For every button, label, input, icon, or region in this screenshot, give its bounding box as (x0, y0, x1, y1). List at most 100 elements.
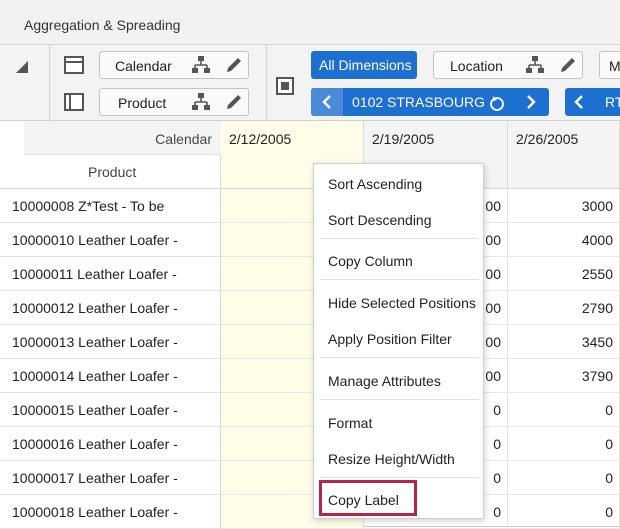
overflow-dimension-label: M (609, 58, 620, 74)
menu-item-label: Sort Ascending (328, 176, 423, 192)
row-label-text: 10000015 Leather Loafer - (12, 402, 178, 418)
row-label-text: 10000016 Leather Loafer - (12, 436, 178, 452)
overflow-dimension-pill[interactable]: M (599, 51, 620, 79)
menu-item-label: Copy Column (328, 253, 413, 269)
table-row[interactable]: 10000010 Leather Loafer - 3 00 4000 (0, 223, 620, 257)
grid-cell[interactable]: 3450 (508, 325, 620, 359)
cell-value: 0 (493, 402, 501, 418)
row-label[interactable]: 10000012 Leather Loafer - (0, 291, 221, 325)
table-row[interactable]: 10000014 Leather Loafer - 2 00 3790 (0, 359, 620, 393)
row-label[interactable]: 10000014 Leather Loafer - (0, 359, 221, 393)
row-layout-icon[interactable] (64, 56, 84, 74)
toolbar-divider (266, 45, 267, 121)
hierarchy-icon[interactable] (191, 93, 211, 111)
row-label[interactable]: 10000018 Leather Loafer - (0, 495, 221, 529)
menu-divider (320, 399, 479, 400)
toolbar-divider (49, 45, 50, 121)
current-location-value: 0102 STRASBOURG (352, 94, 486, 110)
edit-pencil-icon[interactable] (558, 55, 578, 75)
menu-item-apply-position-filter[interactable]: Apply Position Filter (314, 321, 485, 355)
menu-item-label: Resize Height/Width (328, 451, 455, 467)
window-title: Aggregation & Spreading (24, 17, 181, 33)
menu-item-format[interactable]: Format (314, 405, 485, 439)
menu-divider (320, 357, 479, 358)
refresh-cursor-icon[interactable] (488, 94, 506, 112)
chevron-left-icon[interactable] (573, 95, 585, 109)
cell-value: 00 (485, 266, 501, 282)
grid-cell[interactable]: 0 (508, 495, 620, 529)
page-layout-icon[interactable] (276, 77, 294, 95)
second-navigator-value: RT (605, 94, 620, 110)
menu-item-resize-height-width[interactable]: Resize Height/Width (314, 441, 485, 475)
dimension-toolbar: Calendar Product All Dimensions Location (0, 45, 620, 121)
grid-cell[interactable]: 4000 (508, 223, 620, 257)
column-header-date: 2/12/2005 (229, 131, 292, 147)
column-layout-icon[interactable] (64, 93, 84, 111)
column-header-date: 2/26/2005 (516, 131, 579, 147)
hierarchy-icon[interactable] (191, 56, 211, 74)
menu-item-label: Format (328, 415, 373, 431)
menu-item-label: Apply Position Filter (328, 331, 452, 347)
cell-value: 0 (493, 504, 501, 520)
menu-item-sort-descending[interactable]: Sort Descending (314, 202, 485, 236)
all-dimensions-button[interactable]: All Dimensions (311, 51, 417, 79)
edit-pencil-icon[interactable] (224, 92, 244, 112)
calendar-dimension-label: Calendar (115, 58, 172, 74)
cell-value: 00 (485, 232, 501, 248)
menu-item-copy-column[interactable]: Copy Column (314, 243, 485, 277)
row-label[interactable]: 10000010 Leather Loafer - (0, 223, 221, 257)
grid-cell[interactable]: 2550 (508, 257, 620, 291)
product-dimension-pill[interactable]: Product (99, 88, 249, 116)
data-grid: Calendar Product 2/12/2005 2/19/2005 2/2… (0, 121, 620, 529)
row-label-text: 10000017 Leather Loafer - (12, 470, 178, 486)
chevron-left-icon (322, 95, 331, 109)
menu-item-label: Sort Descending (328, 212, 432, 228)
cell-value: 3000 (581, 198, 613, 214)
row-label[interactable]: 10000016 Leather Loafer - (0, 427, 221, 461)
cell-value: 0 (493, 436, 501, 452)
location-navigator: 0102 STRASBOURG (311, 88, 549, 116)
table-row[interactable]: 10000018 Leather Loafer - 0 0 (0, 495, 620, 529)
grid-cell[interactable]: 0 (508, 393, 620, 427)
grid-cell[interactable]: 3790 (508, 359, 620, 393)
menu-item-sort-ascending[interactable]: Sort Ascending (314, 166, 485, 200)
table-row[interactable]: 10000012 Leather Loafer - 2 00 2790 (0, 291, 620, 325)
cell-value: 3450 (581, 334, 613, 350)
cell-value: 0 (605, 436, 613, 452)
table-row[interactable]: 10000015 Leather Loafer - 0 0 (0, 393, 620, 427)
context-menu: Sort Ascending Sort Descending Copy Colu… (313, 163, 484, 519)
menu-item-manage-attributes[interactable]: Manage Attributes (314, 363, 485, 397)
collapse-triangle-icon[interactable] (16, 61, 28, 73)
corner-header: Calendar Product (0, 121, 221, 189)
table-row[interactable]: 10000013 Leather Loafer - 1 00 3450 (0, 325, 620, 359)
product-axis-label: Product (88, 164, 137, 180)
table-row[interactable]: 10000011 Leather Loafer - 2 00 2550 (0, 257, 620, 291)
calendar-dimension-pill[interactable]: Calendar (99, 51, 249, 79)
menu-divider (320, 279, 479, 280)
cell-value: 3790 (581, 368, 613, 384)
grid-cell[interactable]: 3000 (508, 189, 620, 223)
cell-value: 0 (605, 504, 613, 520)
grid-cell[interactable]: 2790 (508, 291, 620, 325)
menu-item-hide-selected-positions[interactable]: Hide Selected Positions (314, 285, 485, 319)
cell-value: 00 (485, 334, 501, 350)
menu-divider (320, 477, 479, 478)
row-label-text: 10000018 Leather Loafer - (12, 504, 178, 520)
table-row[interactable]: 10000008 Z*Test - To be 3 00 3000 (0, 189, 620, 223)
row-label[interactable]: 10000008 Z*Test - To be (0, 189, 221, 223)
table-row[interactable]: 10000017 Leather Loafer - 0 0 (0, 461, 620, 495)
column-header-date: 2/19/2005 (372, 131, 435, 147)
row-label[interactable]: 10000015 Leather Loafer - (0, 393, 221, 427)
row-label[interactable]: 10000011 Leather Loafer - (0, 257, 221, 291)
edit-pencil-icon[interactable] (224, 55, 244, 75)
cell-value: 0 (605, 470, 613, 486)
location-dimension-pill[interactable]: Location (433, 51, 583, 79)
grid-cell[interactable]: 0 (508, 461, 620, 495)
grid-cell[interactable]: 0 (508, 427, 620, 461)
row-label[interactable]: 10000013 Leather Loafer - (0, 325, 221, 359)
table-row[interactable]: 10000016 Leather Loafer - 0 0 (0, 427, 620, 461)
column-header[interactable]: 2/26/2005 (508, 121, 620, 189)
row-label[interactable]: 10000017 Leather Loafer - (0, 461, 221, 495)
hierarchy-icon[interactable] (525, 56, 545, 74)
cell-value: 0 (605, 402, 613, 418)
